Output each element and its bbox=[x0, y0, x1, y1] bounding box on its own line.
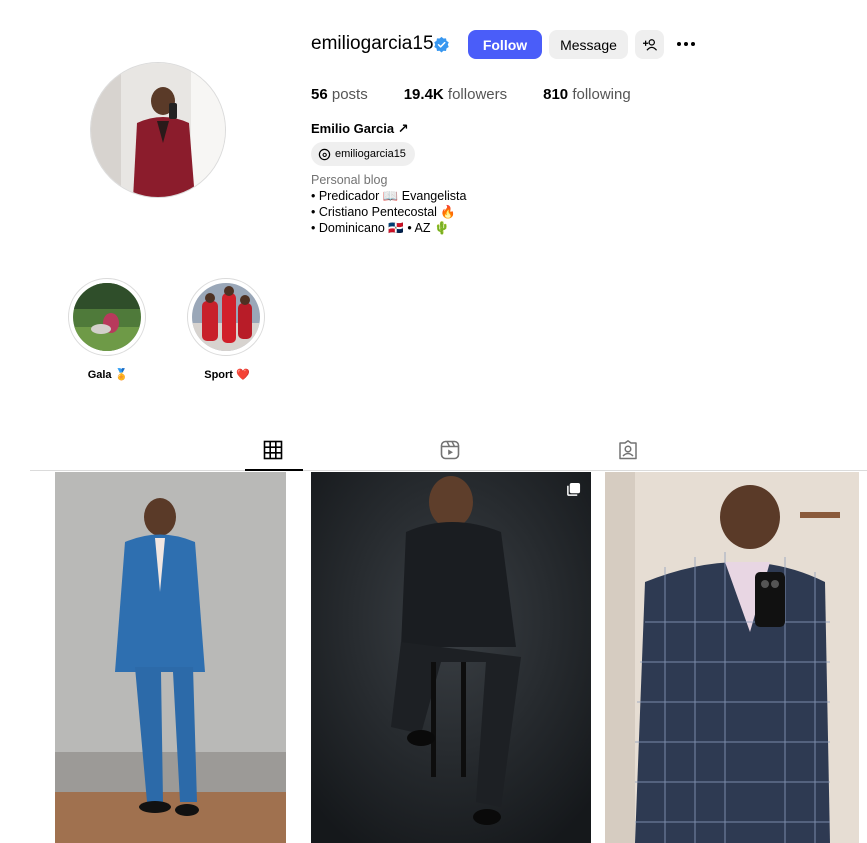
suggest-user-button[interactable] bbox=[635, 30, 664, 59]
tab-reels[interactable] bbox=[440, 440, 462, 462]
posts-label: posts bbox=[331, 86, 368, 103]
tab-tagged[interactable] bbox=[618, 440, 640, 462]
more-options-icon[interactable] bbox=[673, 34, 699, 54]
post-image-plaid-suit bbox=[605, 472, 859, 843]
highlight-gala-image bbox=[73, 283, 141, 351]
post-image-black-suit bbox=[311, 472, 591, 843]
following-stat[interactable]: 810 following bbox=[543, 86, 631, 103]
highlight-ring bbox=[187, 278, 265, 356]
highlight-cover bbox=[192, 283, 260, 351]
threads-badge[interactable]: emiliogarcia15 bbox=[311, 142, 415, 166]
avatar-photo bbox=[91, 63, 225, 197]
highlight-cover bbox=[73, 283, 141, 351]
follow-button[interactable]: Follow bbox=[468, 30, 542, 59]
followers-stat[interactable]: 19.4K followers bbox=[404, 86, 507, 103]
post-image-blue-suit bbox=[55, 472, 286, 843]
reels-icon bbox=[440, 440, 460, 460]
following-count: 810 bbox=[543, 86, 569, 103]
tagged-icon bbox=[619, 440, 637, 460]
tab-posts[interactable] bbox=[263, 440, 285, 462]
posts-stat: 56 posts bbox=[311, 86, 368, 103]
profile-full-name: Emilio Garcia ↗ bbox=[311, 121, 409, 136]
posts-count: 56 bbox=[311, 86, 328, 103]
profile-avatar[interactable] bbox=[90, 62, 226, 198]
post-thumbnail[interactable] bbox=[55, 472, 286, 843]
highlight-ring bbox=[68, 278, 146, 356]
profile-username: emiliogarcia15 bbox=[311, 33, 434, 54]
active-tab-indicator bbox=[245, 469, 303, 471]
highlight-sport[interactable]: Sport ❤️ bbox=[187, 278, 267, 381]
highlight-gala[interactable]: Gala 🏅 bbox=[68, 278, 148, 381]
grid-icon bbox=[263, 440, 283, 460]
bio-line: • Cristiano Pentecostal 🔥 bbox=[311, 205, 457, 219]
highlight-label: Sport ❤️ bbox=[204, 369, 250, 381]
profile-stats: 56 posts 19.4K followers 810 following bbox=[311, 86, 631, 103]
profile-bio: Personal blog • Predicador 📖 Evangelista… bbox=[311, 172, 466, 236]
threads-icon bbox=[318, 148, 331, 160]
bio-line: • Dominicano 🇩🇴 • AZ 🌵 bbox=[311, 221, 450, 235]
threads-handle: emiliogarcia15 bbox=[335, 148, 406, 160]
verified-badge-icon bbox=[434, 36, 449, 53]
following-label: following bbox=[572, 86, 631, 103]
bio-line: • Predicador 📖 Evangelista bbox=[311, 189, 467, 203]
message-button[interactable]: Message bbox=[549, 30, 628, 59]
followers-count: 19.4K bbox=[403, 86, 444, 103]
profile-category: Personal blog bbox=[311, 173, 388, 187]
post-thumbnail[interactable] bbox=[605, 472, 859, 843]
followers-label: followers bbox=[447, 86, 508, 103]
post-thumbnail[interactable] bbox=[311, 472, 591, 843]
highlight-label: Gala 🏅 bbox=[87, 369, 129, 381]
multiple-photos-icon bbox=[567, 482, 581, 496]
highlight-sport-image bbox=[192, 283, 260, 351]
add-user-icon bbox=[642, 38, 657, 51]
tabs-divider bbox=[30, 470, 867, 471]
